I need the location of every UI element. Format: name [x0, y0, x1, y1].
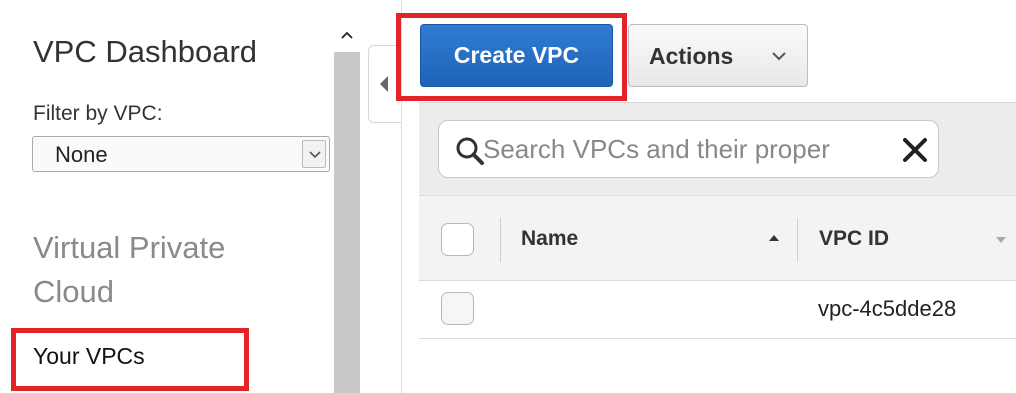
chevron-up-icon	[341, 31, 353, 39]
search-input[interactable]	[483, 130, 901, 168]
scrollbar-thumb[interactable]	[334, 52, 360, 393]
clear-icon[interactable]	[902, 137, 928, 163]
filter-by-vpc-label: Filter by VPC:	[33, 102, 163, 125]
sort-asc-icon[interactable]	[768, 234, 780, 242]
scroll-up-button[interactable]	[334, 0, 360, 52]
highlight-your-vpcs	[11, 328, 249, 391]
chevron-down-icon	[772, 52, 786, 61]
column-divider	[500, 218, 501, 262]
sort-desc-icon[interactable]	[995, 236, 1007, 244]
table-header: Name VPC ID	[419, 195, 1016, 281]
vpc-filter-value: None	[55, 142, 108, 167]
search-icon	[456, 137, 484, 165]
select-all-checkbox[interactable]	[441, 223, 474, 256]
column-divider[interactable]	[797, 218, 798, 262]
sidebar-scrollbar[interactable]	[334, 0, 360, 393]
table-row[interactable]: vpc-4c5dde28	[419, 281, 1016, 339]
cell-vpc-id: vpc-4c5dde28	[818, 296, 957, 321]
sidebar-title[interactable]: VPC Dashboard	[33, 34, 257, 70]
highlight-create-vpc	[396, 13, 627, 101]
column-header-name[interactable]: Name	[521, 226, 578, 252]
actions-dropdown-button[interactable]: Actions	[628, 24, 808, 87]
column-header-vpc-id[interactable]: VPC ID	[819, 226, 889, 252]
vpc-filter-select[interactable]: None	[32, 136, 330, 172]
collapse-left-icon	[380, 76, 388, 92]
actions-label: Actions	[649, 43, 734, 69]
filter-bar	[419, 102, 1016, 195]
row-checkbox[interactable]	[441, 292, 474, 325]
section-title-virtual-private-cloud: Virtual Private Cloud	[33, 230, 226, 309]
search-box[interactable]	[438, 120, 939, 178]
chevron-down-icon[interactable]	[302, 140, 326, 168]
